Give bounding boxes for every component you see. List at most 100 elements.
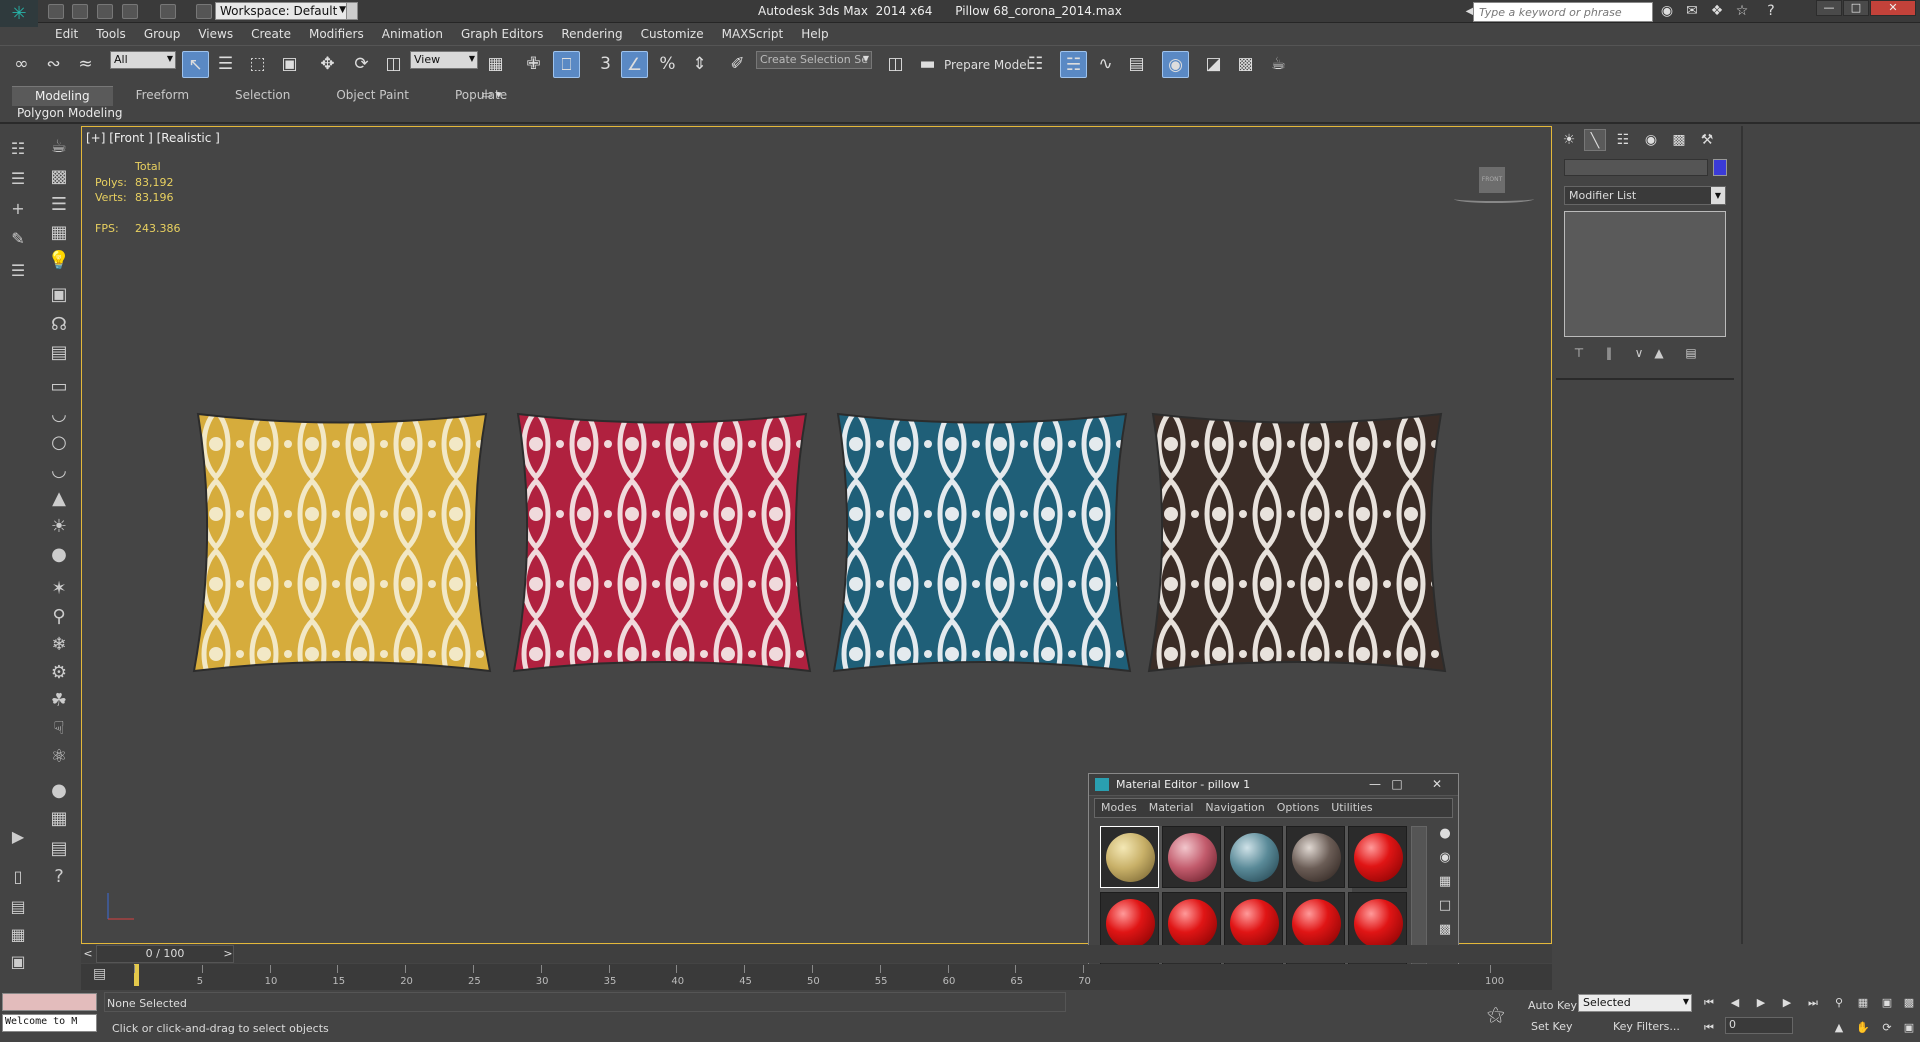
prepare-model-label[interactable]: Prepare Model bbox=[944, 58, 1030, 72]
tab-freeform[interactable]: Freeform bbox=[113, 86, 212, 106]
pillow-red[interactable] bbox=[512, 409, 812, 679]
minimize-icon[interactable]: — bbox=[1365, 777, 1385, 791]
set-key-button[interactable]: Set Key bbox=[1531, 1020, 1573, 1033]
menu-material[interactable]: Material bbox=[1143, 799, 1200, 817]
pan-view-icon[interactable]: ✋ bbox=[1854, 1020, 1872, 1036]
layer-explorer-icon[interactable]: ☷ bbox=[7, 139, 29, 159]
maximize-icon[interactable]: □ bbox=[1387, 777, 1407, 791]
menu-utilities[interactable]: Utilities bbox=[1325, 799, 1378, 817]
film-icon[interactable]: ▤ bbox=[46, 341, 72, 365]
grass-icon[interactable]: ☘ bbox=[46, 689, 72, 713]
remove-modifier-icon[interactable]: ▲ bbox=[1650, 346, 1668, 362]
menu-customize[interactable]: Customize bbox=[632, 24, 713, 44]
close-icon[interactable]: ✕ bbox=[1427, 777, 1447, 791]
communication-center-icon[interactable]: ✉ bbox=[1683, 3, 1701, 20]
unlink-icon[interactable]: ∾ bbox=[40, 51, 67, 78]
spinner-snap-icon[interactable]: ⇕ bbox=[686, 51, 713, 78]
material-slot-pillow-brown[interactable] bbox=[1286, 826, 1345, 888]
object-color-swatch[interactable] bbox=[1713, 159, 1727, 176]
sample-type-icon[interactable]: ● bbox=[1436, 826, 1454, 844]
pillow-brown[interactable] bbox=[1147, 409, 1447, 679]
sphere-solid-icon[interactable]: ● bbox=[46, 779, 72, 803]
schematic-view-icon[interactable]: ▤ bbox=[1123, 51, 1150, 78]
mini-curve-editor-icon[interactable]: ▤ bbox=[93, 966, 113, 984]
menu-rendering[interactable]: Rendering bbox=[552, 24, 631, 44]
make-unique-icon[interactable]: ∨ bbox=[1630, 346, 1648, 362]
rectangular-selection-icon[interactable]: ⬚ bbox=[244, 51, 271, 78]
split-viewport-icon[interactable]: ▤ bbox=[7, 897, 29, 917]
material-editor-icon[interactable]: ◉ bbox=[1162, 51, 1189, 78]
maxscript-mini-listener[interactable] bbox=[2, 993, 97, 1011]
maxscript-listener-input[interactable]: Welcome to M bbox=[2, 1014, 97, 1032]
time-slider[interactable]: < 0 / 100 > bbox=[81, 945, 1552, 963]
current-frame-input[interactable]: 0 bbox=[1725, 1017, 1793, 1034]
layer-manager-icon[interactable]: ☵ bbox=[1060, 51, 1087, 78]
add-to-layer-icon[interactable]: ✎ bbox=[7, 229, 29, 249]
named-selection-set-dropdown[interactable]: Create Selection Se ▼ bbox=[756, 51, 872, 69]
key-filters-button[interactable]: Key Filters... bbox=[1613, 1020, 1680, 1033]
light-bulb-icon[interactable]: 💡 bbox=[46, 249, 72, 273]
hair-icon[interactable]: ☟ bbox=[46, 717, 72, 741]
create-tab-icon[interactable]: ☀ bbox=[1558, 129, 1580, 151]
menu-options[interactable]: Options bbox=[1271, 799, 1325, 817]
zoom-extents-icon[interactable]: ▣ bbox=[1878, 995, 1896, 1011]
modifier-list-dropdown[interactable]: Modifier List ▼ bbox=[1564, 186, 1726, 205]
zoom-extents-all-icon[interactable]: ▩ bbox=[1900, 995, 1918, 1011]
auto-key-button[interactable]: Auto Key bbox=[1528, 999, 1577, 1012]
curve-editor-icon[interactable]: ∿ bbox=[1092, 51, 1119, 78]
sign-in-icon[interactable]: ❖ bbox=[1708, 3, 1726, 20]
align-icon[interactable]: ▬ bbox=[914, 51, 941, 78]
menu-graph-editors[interactable]: Graph Editors bbox=[452, 24, 552, 44]
background-icon[interactable]: ▦ bbox=[1436, 874, 1454, 892]
helper-icon[interactable]: ⚲ bbox=[46, 605, 72, 629]
zoom-icon[interactable]: ⚲ bbox=[1830, 995, 1848, 1011]
single-viewport-icon[interactable]: ▯ bbox=[7, 867, 29, 887]
selection-filter-dropdown[interactable]: All ▼ bbox=[110, 51, 176, 69]
four-viewport-icon[interactable]: ▦ bbox=[7, 925, 29, 945]
previous-frame-icon[interactable]: < bbox=[81, 945, 95, 963]
display-tab-icon[interactable]: ▩ bbox=[1668, 129, 1690, 151]
keyboard-shortcut-override-icon[interactable]: ⎕ bbox=[553, 51, 580, 78]
maximize-viewport-icon[interactable]: ▣ bbox=[1900, 1020, 1918, 1036]
app-logo-icon[interactable]: ✳ bbox=[0, 0, 38, 27]
layer-properties-icon[interactable]: ☰ bbox=[7, 261, 29, 281]
material-slot-default[interactable] bbox=[1348, 826, 1407, 888]
undo-icon[interactable] bbox=[122, 4, 138, 19]
camera-icon[interactable]: ▣ bbox=[46, 283, 72, 307]
render-setup-icon[interactable]: ◪ bbox=[1200, 51, 1227, 78]
search-input[interactable]: Type a keyword or phrase bbox=[1473, 2, 1653, 22]
sun-icon[interactable]: ☀ bbox=[46, 515, 72, 539]
window-crossing-icon[interactable]: ▣ bbox=[276, 51, 303, 78]
material-editor-titlebar[interactable]: Material Editor - pillow 1 — □ ✕ bbox=[1089, 774, 1458, 796]
hemisphere-icon[interactable]: ◡ bbox=[46, 403, 72, 427]
material-slot-pillow-red[interactable] bbox=[1162, 826, 1221, 888]
cone-icon[interactable]: ▲ bbox=[46, 487, 72, 511]
zoom-all-icon[interactable]: ▦ bbox=[1854, 995, 1872, 1011]
favorites-star-icon[interactable]: ☆ bbox=[1733, 3, 1751, 20]
menu-views[interactable]: Views bbox=[189, 24, 242, 44]
save-file-icon[interactable] bbox=[97, 4, 113, 19]
plane-icon[interactable]: ▭ bbox=[46, 375, 72, 399]
render-production-icon[interactable]: ☕ bbox=[1265, 51, 1292, 78]
space-warp-icon[interactable]: ❄ bbox=[46, 633, 72, 657]
field-of-view-icon[interactable]: ▲ bbox=[1830, 1020, 1848, 1036]
menu-modes[interactable]: Modes bbox=[1095, 799, 1143, 817]
link-icon[interactable]: ∞ bbox=[8, 51, 35, 78]
next-key-icon[interactable]: ▶ bbox=[1778, 995, 1796, 1011]
menu-navigation[interactable]: Navigation bbox=[1199, 799, 1270, 817]
sound-icon[interactable]: ☊ bbox=[46, 313, 72, 337]
menu-create[interactable]: Create bbox=[242, 24, 300, 44]
object-name-field[interactable] bbox=[1564, 159, 1708, 176]
menu-help[interactable]: Help bbox=[792, 24, 837, 44]
hierarchy-tab-icon[interactable]: ☷ bbox=[1612, 129, 1634, 151]
image-plane-icon[interactable]: ▩ bbox=[46, 165, 72, 189]
bind-space-warp-icon[interactable]: ≈ bbox=[72, 51, 99, 78]
sphere-icon[interactable]: ○ bbox=[46, 431, 72, 455]
viewcube[interactable]: FRONT bbox=[1479, 167, 1505, 193]
menu-maxscript[interactable]: MAXScript bbox=[713, 24, 793, 44]
binoculars-icon[interactable]: ◉ bbox=[1658, 3, 1676, 20]
previous-key-icon[interactable]: ◀ bbox=[1726, 995, 1744, 1011]
video-color-check-icon[interactable]: ▩ bbox=[1436, 922, 1454, 940]
tab-modeling[interactable]: Modeling bbox=[12, 86, 113, 106]
menu-edit[interactable]: Edit bbox=[46, 24, 87, 44]
